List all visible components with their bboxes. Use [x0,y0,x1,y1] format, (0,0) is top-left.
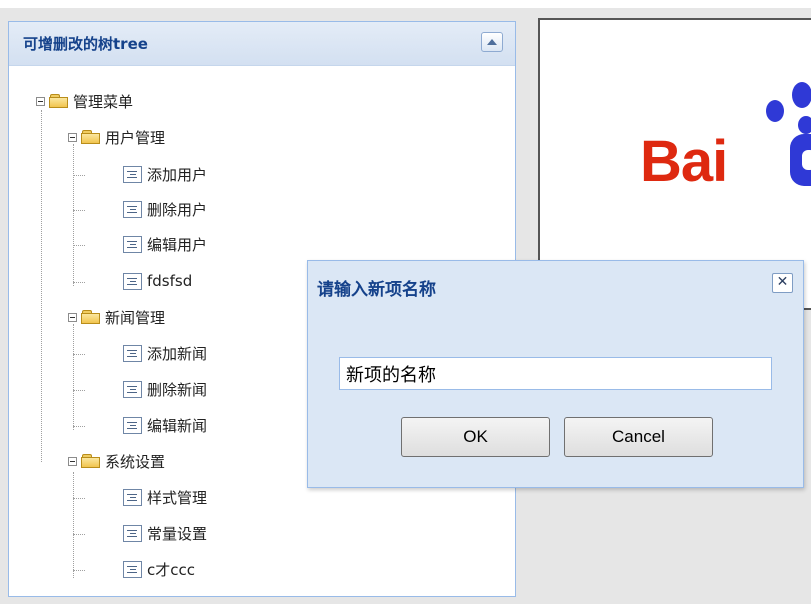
tree-leaf[interactable]: 删除新闻 [123,378,207,400]
tree-leaf[interactable]: 编辑新闻 [123,414,207,436]
tree-leaf[interactable]: c才ccc [123,558,195,580]
document-icon [123,560,142,578]
cancel-button[interactable]: Cancel [564,417,713,457]
tree-leaf-label: 编辑新闻 [147,416,208,435]
new-item-name-input[interactable] [339,357,772,390]
tree-guide-line [73,282,85,283]
tree-guide-line [73,390,85,391]
folder-open-icon [81,130,101,144]
tree-guide-line [73,498,85,499]
document-icon [123,416,142,434]
tree-leaf-label: 样式管理 [147,488,208,507]
tree-guide-line [73,144,74,286]
tree-guide-line [73,324,74,430]
tree-leaf[interactable]: 样式管理 [123,486,207,508]
tree-guide-line [73,570,85,571]
prompt-dialog: 请输入新项名称 ✕ OK Cancel [307,260,804,488]
tree-leaf[interactable]: 添加新闻 [123,342,207,364]
top-strip [0,0,811,8]
paw-logo-icon [798,116,811,134]
tree-leaf-label: 删除用户 [147,200,208,219]
folder-open-icon [81,454,101,468]
tree-leaf-label: 添加用户 [147,165,208,184]
panel-title: 可增删改的树tree [23,35,148,53]
tree-guide-line [73,175,85,176]
tree-guide-line [73,245,85,246]
collapse-toggle-icon[interactable] [68,456,77,466]
tree-node-label: 系统设置 [105,452,166,471]
tree-guide-line [73,472,74,578]
tree-node-label: 用户管理 [105,128,166,147]
document-icon [123,380,142,398]
document-icon [123,165,142,183]
tree-node-root[interactable]: 管理菜单 [36,90,133,112]
panel-header: 可增删改的树tree [9,22,515,66]
collapse-toggle-icon[interactable] [36,96,45,106]
tree-leaf-label: c才ccc [147,560,195,579]
tree-node-label: 新闻管理 [105,308,166,327]
tree-node-user-management[interactable]: 用户管理 [68,126,165,148]
tree-guide-line [73,354,85,355]
tree-leaf[interactable]: 常量设置 [123,522,207,544]
ok-button[interactable]: OK [401,417,550,457]
logo: Bai [640,129,728,194]
tree-leaf[interactable]: fdsfsd [123,270,192,292]
document-icon [123,524,142,542]
tree-leaf-label: fdsfsd [147,272,193,290]
tree-leaf[interactable]: 编辑用户 [123,233,207,255]
folder-open-icon [81,310,101,324]
collapse-toggle-icon[interactable] [68,312,77,322]
tree-leaf-label: 编辑用户 [147,235,208,254]
paw-logo-icon [792,82,811,108]
tree-leaf[interactable]: 删除用户 [123,198,207,220]
document-icon [123,488,142,506]
dialog-title: 请输入新项名称 [317,280,436,300]
document-icon [123,272,142,290]
collapse-toggle-icon[interactable] [68,132,77,142]
tree-guide-line [73,426,85,427]
tree-leaf-label: 删除新闻 [147,380,208,399]
paw-logo-icon [766,100,784,122]
dialog-header: 请输入新项名称 ✕ [308,261,803,309]
paw-logo-icon [790,134,811,186]
tree-node-news-management[interactable]: 新闻管理 [68,306,165,328]
tree-guide-line [73,210,85,211]
tree-leaf[interactable]: 添加用户 [123,163,207,185]
collapse-icon[interactable] [481,32,503,52]
document-icon [123,344,142,362]
folder-open-icon [49,94,69,108]
tree-guide-line [41,110,42,462]
document-icon [123,235,142,253]
tree-node-system-settings[interactable]: 系统设置 [68,450,165,472]
tree-node-label: 管理菜单 [73,92,134,111]
tree-leaf-label: 添加新闻 [147,344,208,363]
document-icon [123,200,142,218]
tree-leaf-label: 常量设置 [147,524,208,543]
tree-guide-line [73,534,85,535]
close-icon[interactable]: ✕ [772,273,793,293]
